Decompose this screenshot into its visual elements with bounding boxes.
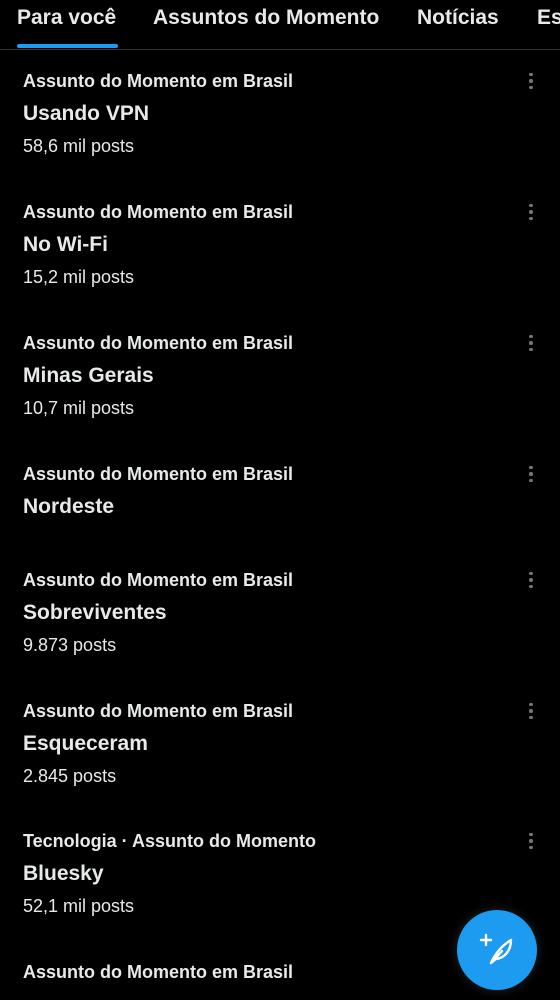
trend-post-count: 10,7 mil posts — [23, 398, 135, 418]
trend-item[interactable]: Assunto do Momento em Brasil No Wi-Fi 15… — [0, 201, 560, 311]
more-options-icon[interactable] — [522, 567, 540, 593]
trend-context: Assunto do Momento em Brasil — [23, 962, 294, 982]
trend-name: No Wi-Fi — [23, 233, 108, 256]
tab-assuntos-do-momento[interactable]: Assuntos do Momento — [153, 5, 379, 39]
trend-post-count: 2.845 posts — [23, 766, 117, 786]
more-options-icon[interactable] — [522, 461, 540, 487]
trend-post-count: 15,2 mil posts — [23, 267, 135, 287]
trend-name: Minas Gerais — [23, 364, 154, 387]
trend-item[interactable]: Assunto do Momento em Brasil Nordeste — [0, 463, 560, 543]
trend-name: Esqueceram — [23, 732, 148, 755]
compose-post-icon — [479, 933, 513, 965]
tab-para-voce[interactable]: Para você — [17, 5, 116, 39]
more-options-icon[interactable] — [522, 199, 540, 225]
trend-context: Assunto do Momento em Brasil — [23, 464, 294, 484]
more-options-icon[interactable] — [522, 828, 540, 854]
more-options-icon[interactable] — [522, 698, 540, 724]
trend-post-count: 58,6 mil posts — [23, 136, 135, 156]
trend-item[interactable]: Assunto do Momento em Brasil Sobrevivent… — [0, 569, 560, 679]
trend-post-count: 9.873 posts — [23, 635, 117, 655]
trend-name: Bluesky — [23, 862, 104, 885]
compose-post-button[interactable] — [457, 910, 537, 990]
active-tab-indicator — [17, 44, 118, 48]
trend-context: Assunto do Momento em Brasil — [23, 701, 294, 721]
trend-context: Assunto do Momento em Brasil — [23, 570, 294, 590]
trend-name: Nordeste — [23, 495, 115, 518]
trend-item[interactable]: Assunto do Momento em Brasil Minas Gerai… — [0, 332, 560, 442]
trend-name: Sobreviventes — [23, 601, 167, 624]
trend-context: Assunto do Momento em Brasil — [23, 71, 294, 91]
tab-noticias[interactable]: Notícias — [417, 5, 499, 39]
trend-item[interactable]: Assunto do Momento em Brasil Usando VPN … — [0, 70, 560, 180]
trend-context: Tecnologia · Assunto do Momento — [23, 831, 316, 851]
trend-context: Assunto do Momento em Brasil — [23, 202, 294, 222]
more-options-icon[interactable] — [522, 68, 540, 94]
trend-context: Assunto do Momento em Brasil — [23, 333, 294, 353]
trend-post-count: 52,1 mil posts — [23, 896, 135, 916]
tab-bar: Para você Assuntos do Momento Notícias E… — [0, 0, 560, 50]
trend-name: Usando VPN — [23, 102, 150, 125]
more-options-icon[interactable] — [522, 330, 540, 356]
trend-item[interactable]: Assunto do Momento em Brasil Esqueceram … — [0, 700, 560, 810]
tab-esportes[interactable]: Es — [537, 5, 560, 39]
